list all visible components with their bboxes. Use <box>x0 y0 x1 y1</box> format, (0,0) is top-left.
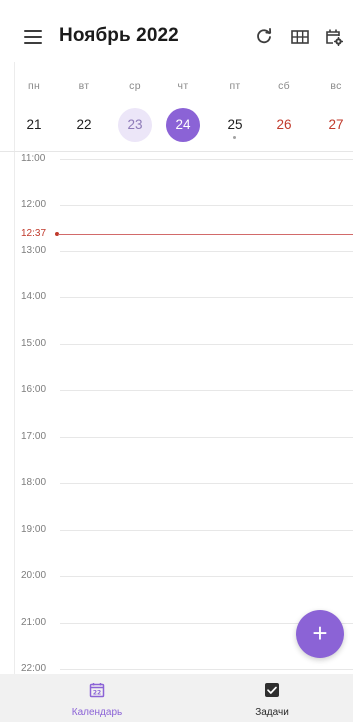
hour-row: 16:00 <box>0 383 353 397</box>
weekday-label: чт <box>177 80 189 92</box>
weekday-label: пт <box>229 80 241 92</box>
app-header: Ноябрь 2022 <box>0 0 353 62</box>
nav-tasks[interactable]: Задачи <box>212 674 332 722</box>
hour-label: 18:00 <box>21 477 47 488</box>
hour-row: 13:00 <box>0 244 353 258</box>
refresh-icon[interactable] <box>254 27 274 47</box>
date-number: 27 <box>328 117 344 132</box>
hour-gridline <box>60 669 353 670</box>
current-time-line <box>58 233 353 235</box>
calendar-settings-icon[interactable] <box>324 27 344 47</box>
hour-gridline <box>60 530 353 531</box>
current-time-label: 12:37 <box>21 228 47 239</box>
hour-label: 11:00 <box>21 153 46 164</box>
calendar-screen: Ноябрь 2022 пн вт ср чт пт сб вс 21 22 2… <box>0 0 353 722</box>
checkbox-icon <box>264 682 280 698</box>
hour-row: 20:00 <box>0 569 353 583</box>
hour-row: 14:00 <box>0 290 353 304</box>
nav-calendar[interactable]: 22 Календарь <box>37 674 157 722</box>
date-number: 24 <box>175 117 191 132</box>
svg-text:22: 22 <box>93 690 101 697</box>
plus-icon: + <box>312 618 328 648</box>
hour-gridline <box>60 159 353 160</box>
weekday-label: вс <box>330 80 342 92</box>
date-cell-weekend[interactable]: 27 <box>319 108 353 142</box>
hour-row: 15:00 <box>0 337 353 351</box>
hour-label: 19:00 <box>21 524 47 535</box>
page-title[interactable]: Ноябрь 2022 <box>59 25 179 47</box>
menu-icon[interactable] <box>24 30 44 44</box>
date-cell[interactable]: 21 <box>17 108 51 142</box>
hour-label: 17:00 <box>21 431 47 442</box>
weekday-label: вт <box>78 80 90 92</box>
calendar-icon: 22 <box>89 682 105 698</box>
date-number: 23 <box>127 117 143 132</box>
hour-gridline <box>60 297 353 298</box>
date-number: 26 <box>276 117 292 132</box>
date-cell-selected[interactable]: 23 <box>118 108 152 142</box>
date-cell-today[interactable]: 24 <box>166 108 200 142</box>
hour-label: 16:00 <box>21 384 47 395</box>
bottom-navigation: 22 Календарь Задачи <box>0 674 353 722</box>
hour-gridline <box>60 483 353 484</box>
hour-gridline <box>60 390 353 391</box>
date-number: 21 <box>26 117 42 132</box>
current-time-indicator: 12:37 <box>0 227 353 241</box>
hour-gridline <box>60 344 353 345</box>
event-indicator-dot <box>233 136 236 139</box>
hour-gridline <box>60 205 353 206</box>
hour-label: 12:00 <box>21 199 47 210</box>
nav-tasks-label: Задачи <box>255 707 289 718</box>
week-dates-row: 21 22 23 24 25 26 27 <box>0 108 353 144</box>
hour-row: 19:00 <box>0 523 353 537</box>
date-cell-weekend[interactable]: 26 <box>267 108 301 142</box>
hour-label: 20:00 <box>21 570 47 581</box>
nav-calendar-label: Календарь <box>71 707 123 718</box>
date-cell[interactable]: 22 <box>67 108 101 142</box>
grid-view-icon[interactable] <box>290 27 310 47</box>
date-cell[interactable]: 25 <box>218 108 252 142</box>
weekday-label: ср <box>129 80 141 92</box>
hour-gridline <box>60 576 353 577</box>
date-number: 25 <box>227 117 243 132</box>
hour-row: 17:00 <box>0 430 353 444</box>
hour-label: 15:00 <box>21 338 47 349</box>
hour-label: 14:00 <box>21 291 47 302</box>
weekday-label: сб <box>278 80 290 92</box>
date-number: 22 <box>76 117 92 132</box>
weekday-header-row: пн вт ср чт пт сб вс <box>0 80 353 100</box>
hour-row: 11:00 <box>0 152 353 166</box>
hour-label: 13:00 <box>21 245 47 256</box>
hour-row: 12:00 <box>0 198 353 212</box>
hour-gridline <box>60 251 353 252</box>
hour-row: 18:00 <box>0 476 353 490</box>
hour-label: 21:00 <box>21 617 47 628</box>
add-event-button[interactable]: + <box>296 610 344 658</box>
hour-gridline <box>60 437 353 438</box>
weekday-label: пн <box>27 80 41 92</box>
